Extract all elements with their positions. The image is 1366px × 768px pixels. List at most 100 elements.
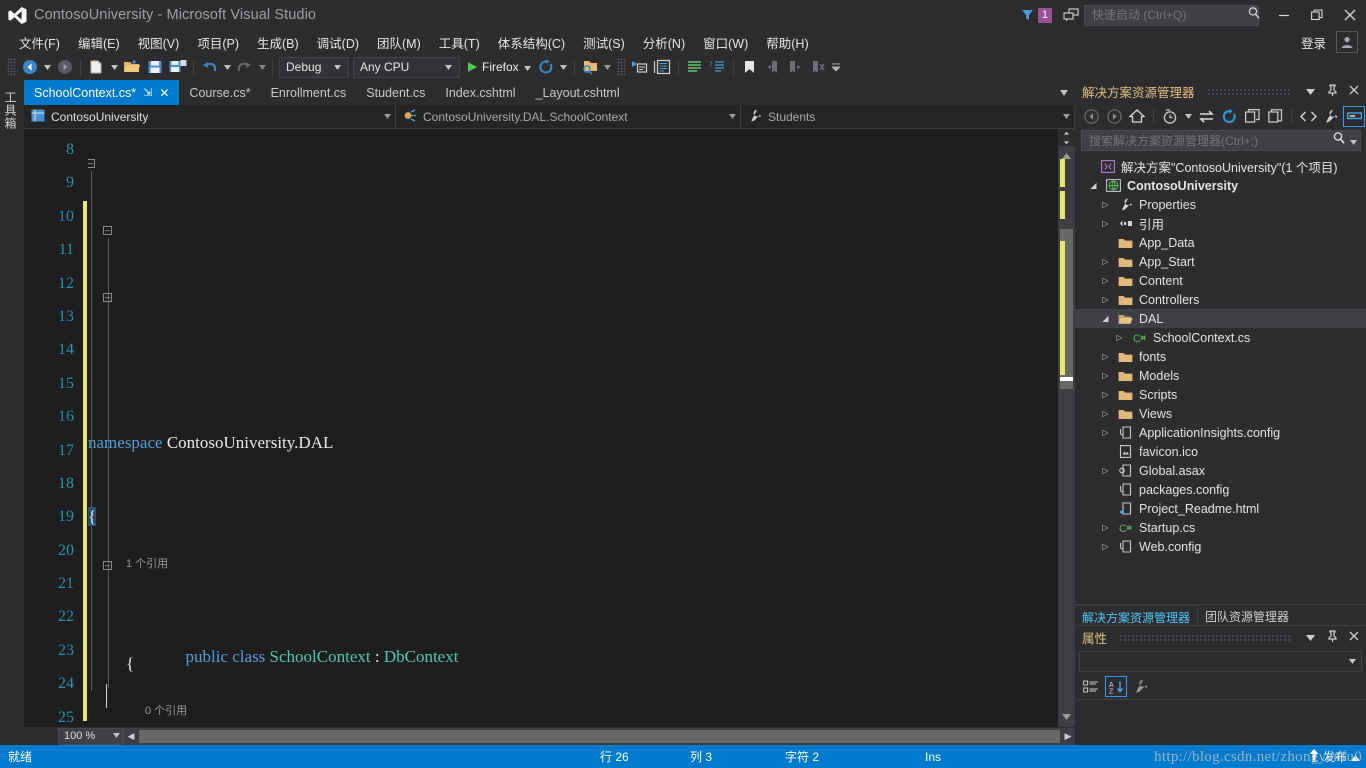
- twisty-collapsed-icon[interactable]: ▷: [1099, 219, 1112, 228]
- editor-horizontal-scrollbar[interactable]: ◀ ▶: [124, 727, 1075, 745]
- undo-dropdown-icon[interactable]: [221, 56, 233, 78]
- collapse-box-namespace[interactable]: –: [88, 159, 95, 168]
- twisty-collapsed-icon[interactable]: ▷: [1099, 371, 1112, 380]
- properties-grid[interactable]: [1075, 700, 1366, 745]
- collapse-all-icon[interactable]: [1241, 106, 1263, 127]
- scroll-left-arrow[interactable]: ◀: [124, 731, 138, 742]
- close-icon[interactable]: [1346, 631, 1362, 644]
- quick-launch-box[interactable]: [1084, 4, 1260, 26]
- solution-explorer-icon[interactable]: [628, 56, 651, 78]
- tree-row-controllers[interactable]: ▷ Controllers: [1075, 290, 1366, 309]
- navigate-forward-icon[interactable]: [53, 56, 76, 78]
- clear-bookmarks-icon[interactable]: [807, 56, 830, 78]
- twisty-collapsed-icon[interactable]: ▷: [1099, 466, 1112, 475]
- save-all-icon[interactable]: [166, 56, 189, 78]
- close-icon[interactable]: ✕: [159, 86, 169, 100]
- panel-menu-icon[interactable]: [1302, 86, 1318, 98]
- tree-row-scripts[interactable]: ▷ Scripts: [1075, 385, 1366, 404]
- redo-dropdown-icon[interactable]: [256, 56, 268, 78]
- pending-changes-dropdown-icon[interactable]: [1182, 105, 1194, 127]
- account-icon[interactable]: [1336, 31, 1358, 53]
- menu-item-edit[interactable]: 编辑(E): [69, 30, 129, 55]
- previous-bookmark-icon[interactable]: [761, 56, 784, 78]
- twisty-collapsed-icon[interactable]: ▷: [1099, 523, 1112, 532]
- start-debugging-button[interactable]: Firefox: [462, 56, 535, 78]
- collapse-box-method[interactable]: –: [103, 561, 112, 570]
- code-editor[interactable]: 8 9 10 11 12 13 14 15 16 17 18 19 20 21: [24, 129, 1075, 727]
- properties-window-icon[interactable]: [651, 56, 674, 78]
- zoom-level-dropdown[interactable]: 100 %: [58, 727, 124, 745]
- navigate-backward-icon[interactable]: [18, 56, 41, 78]
- properties-object-dropdown[interactable]: [1079, 651, 1362, 672]
- tab-enrollment-cs[interactable]: Enrollment.cs: [260, 80, 357, 105]
- solution-configuration-dropdown[interactable]: Debug: [279, 56, 349, 78]
- toggle-bookmark-icon[interactable]: [738, 56, 761, 78]
- minimize-button[interactable]: [1267, 0, 1300, 30]
- twisty-collapsed-icon[interactable]: ▷: [1099, 409, 1112, 418]
- forward-icon[interactable]: [1103, 106, 1125, 127]
- twisty-expanded-icon[interactable]: ◢: [1099, 314, 1112, 323]
- toolbar-overflow-icon[interactable]: [830, 56, 842, 78]
- tree-row-global-asax[interactable]: ▷ Global.asax: [1075, 461, 1366, 480]
- alphabetical-sort-icon[interactable]: AZ: [1105, 676, 1127, 697]
- view-code-icon[interactable]: [1297, 106, 1319, 127]
- twisty-collapsed-icon[interactable]: ▷: [1099, 428, 1112, 437]
- twisty-collapsed-icon[interactable]: ▷: [1099, 390, 1112, 399]
- project-dropdown[interactable]: ContosoUniversity: [24, 105, 396, 128]
- toolbar-grip[interactable]: [7, 58, 16, 76]
- tab-index-cshtml[interactable]: Index.cshtml: [435, 80, 526, 105]
- editor-vertical-scrollbar[interactable]: [1058, 129, 1075, 727]
- menu-item-architecture[interactable]: 体系结构(C): [489, 30, 574, 55]
- tree-row-solution[interactable]: 解决方案"ContosoUniversity"(1 个项目): [1075, 157, 1366, 176]
- menu-item-debug[interactable]: 调试(D): [308, 30, 368, 55]
- redo-icon[interactable]: [233, 56, 256, 78]
- menu-item-file[interactable]: 文件(F): [10, 30, 69, 55]
- toolbox-vertical-tab[interactable]: 工具箱: [1, 84, 23, 137]
- twisty-collapsed-icon[interactable]: ▷: [1113, 333, 1126, 342]
- pin-icon[interactable]: ⇲: [143, 86, 152, 99]
- split-view-handle[interactable]: [1058, 129, 1075, 146]
- tree-row-project-readme-html[interactable]: Project_Readme.html: [1075, 499, 1366, 518]
- collapse-box-class[interactable]: –: [103, 226, 112, 235]
- scroll-right-arrow[interactable]: ▶: [1061, 731, 1075, 742]
- member-dropdown[interactable]: Students: [741, 105, 1075, 128]
- twisty-collapsed-icon[interactable]: ▷: [1099, 257, 1112, 266]
- codelens-11[interactable]: 1 个引用: [126, 557, 168, 571]
- type-dropdown[interactable]: ContosoUniversity.DAL.SchoolContext: [396, 105, 741, 128]
- undo-icon[interactable]: [198, 56, 221, 78]
- pin-icon[interactable]: [1324, 630, 1340, 645]
- menu-item-project[interactable]: 项目(P): [188, 30, 248, 55]
- menu-item-help[interactable]: 帮助(H): [757, 30, 817, 55]
- sign-in-link[interactable]: 登录: [1301, 33, 1326, 52]
- close-button[interactable]: [1333, 0, 1366, 30]
- back-icon[interactable]: [1080, 106, 1102, 127]
- twisty-collapsed-icon[interactable]: ▷: [1099, 352, 1112, 361]
- menu-item-tools[interactable]: 工具(T): [430, 30, 489, 55]
- refresh-dropdown-icon[interactable]: [558, 56, 570, 78]
- menu-item-build[interactable]: 生成(B): [248, 30, 308, 55]
- panel-drag-dots[interactable]: [1119, 634, 1290, 641]
- tree-row-startup-cs[interactable]: ▷ C Startup.cs: [1075, 518, 1366, 537]
- tab-layout-cshtml[interactable]: _Layout.cshtml: [525, 80, 630, 105]
- codelens-13[interactable]: 0 个引用: [145, 704, 187, 718]
- restore-button[interactable]: [1300, 0, 1333, 30]
- tree-row-project[interactable]: ◢ ContosoUniversity: [1075, 176, 1366, 195]
- twisty-collapsed-icon[interactable]: ▷: [1099, 276, 1112, 285]
- quick-launch-input[interactable]: [1092, 8, 1247, 22]
- solution-explorer-search-input[interactable]: [1089, 133, 1332, 148]
- menu-item-view[interactable]: 视图(V): [129, 30, 189, 55]
- sync-with-active-document-icon[interactable]: [1195, 106, 1217, 127]
- tree-row-app-data[interactable]: App_Data: [1075, 233, 1366, 252]
- collapse-box-ctor[interactable]: –: [103, 293, 112, 302]
- tab-overflow-icon[interactable]: [1053, 80, 1075, 105]
- tree-row-web-config[interactable]: ▷ Web.config: [1075, 537, 1366, 556]
- code-text[interactable]: – – – – namespace ContosoUniversity.DAL …: [88, 129, 1058, 727]
- twisty-collapsed-icon[interactable]: ▷: [1099, 542, 1112, 551]
- properties-icon[interactable]: [1320, 106, 1342, 127]
- status-publish-group[interactable]: 发布: [1309, 748, 1360, 765]
- properties-wrench-icon[interactable]: [1130, 676, 1152, 697]
- tree-row-fonts[interactable]: ▷ fonts: [1075, 347, 1366, 366]
- tree-row-content[interactable]: ▷ Content: [1075, 271, 1366, 290]
- menu-item-team[interactable]: 团队(M): [368, 30, 430, 55]
- scroll-down-arrow[interactable]: [1058, 708, 1075, 725]
